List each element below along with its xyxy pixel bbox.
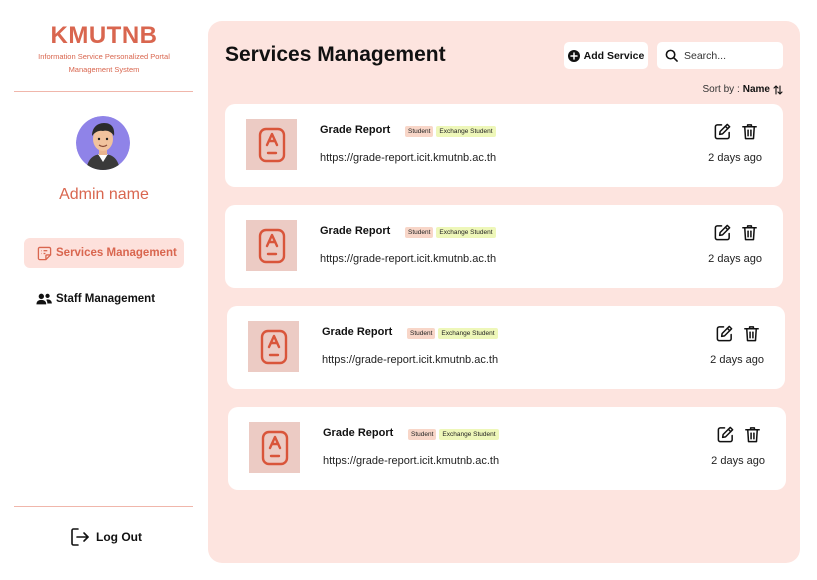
avatar — [76, 116, 130, 170]
service-updated: 2 days ago — [708, 152, 762, 164]
edit-icon[interactable] — [716, 425, 735, 444]
tag-badge: Student — [407, 328, 436, 339]
service-card[interactable]: Grade Report Student Exchange Student ht… — [225, 205, 783, 288]
sidebar-item-label: Staff Management — [56, 293, 156, 305]
sidebar-divider-top — [14, 91, 193, 92]
sort-value: Name — [742, 84, 770, 95]
edit-icon[interactable] — [713, 223, 732, 242]
service-updated: 2 days ago — [708, 253, 762, 265]
add-service-label: Add Service — [583, 49, 645, 62]
service-thumbnail — [246, 119, 297, 170]
service-thumbnail — [246, 220, 297, 271]
tag-badge: Exchange Student — [438, 328, 498, 339]
service-url: https://grade-report.icit.kmutnb.ac.th — [320, 152, 497, 164]
sort-arrows-icon — [773, 84, 783, 95]
service-name: Grade Report — [320, 124, 391, 136]
sort-prefix: Sort by : — [702, 84, 740, 95]
page-title: Services Management — [225, 43, 446, 66]
search-box — [657, 42, 783, 69]
sidebar-item-staff-management[interactable]: Staff Management — [24, 284, 184, 314]
edit-icon[interactable] — [715, 324, 734, 343]
admin-name: Admin name — [59, 186, 149, 203]
service-updated: 2 days ago — [710, 354, 764, 366]
trash-icon[interactable] — [743, 425, 762, 444]
tag-badge: Exchange Student — [436, 227, 496, 238]
add-service-button[interactable]: Add Service — [564, 42, 648, 69]
trash-icon[interactable] — [740, 122, 759, 141]
tag-badge: Student — [408, 429, 437, 440]
app-icon — [258, 228, 285, 263]
sidebar: KMUTNB Information Service Personalized … — [0, 0, 208, 580]
edit-icon[interactable] — [713, 122, 732, 141]
service-tags: Student Exchange Student — [407, 328, 498, 339]
service-card[interactable]: Grade Report Student Exchange Student ht… — [225, 104, 783, 187]
service-card[interactable]: Grade Report Student Exchange Student ht… — [228, 407, 786, 490]
tag-badge: Student — [405, 227, 434, 238]
trash-icon[interactable] — [742, 324, 761, 343]
service-tags: Student Exchange Student — [408, 429, 499, 440]
service-url: https://grade-report.icit.kmutnb.ac.th — [322, 354, 499, 366]
service-actions — [715, 324, 761, 343]
service-name: Grade Report — [323, 427, 394, 439]
main-panel: Services Management Add Service Sort by … — [208, 21, 800, 563]
sidebar-item-services-management[interactable]: Services Management — [24, 238, 184, 268]
app-icon — [260, 329, 287, 364]
brand-subtitle-line2: Management System — [68, 65, 140, 74]
sort-control[interactable]: Sort by : Name — [703, 84, 784, 95]
tag-badge: Exchange Student — [436, 126, 496, 137]
service-card[interactable]: Grade Report Student Exchange Student ht… — [227, 306, 785, 389]
service-tags: Student Exchange Student — [405, 126, 496, 137]
service-name: Grade Report — [322, 326, 393, 338]
plus-circle-icon — [567, 49, 580, 62]
logout-icon — [70, 527, 90, 547]
service-updated: 2 days ago — [711, 455, 765, 467]
app-icon — [261, 430, 288, 465]
brand-subtitle-line1: Information Service Personalized Portal — [38, 52, 170, 61]
users-icon — [36, 291, 52, 307]
service-tags: Student Exchange Student — [405, 227, 496, 238]
service-url: https://grade-report.icit.kmutnb.ac.th — [320, 253, 497, 265]
search-icon — [665, 49, 678, 62]
sidebar-item-label: Services Management — [56, 247, 177, 259]
tag-badge: Student — [405, 126, 434, 137]
service-actions — [713, 223, 759, 242]
brand: KMUTNB Information Service Personalized … — [14, 22, 194, 76]
trash-icon[interactable] — [740, 223, 759, 242]
service-thumbnail — [249, 422, 300, 473]
service-thumbnail — [248, 321, 299, 372]
logout-label: Log Out — [96, 530, 142, 544]
service-actions — [716, 425, 762, 444]
brand-title: KMUTNB — [50, 22, 158, 49]
service-url: https://grade-report.icit.kmutnb.ac.th — [323, 455, 500, 467]
service-actions — [713, 122, 759, 141]
search-input[interactable] — [684, 49, 774, 62]
sidebar-divider-bottom — [14, 506, 193, 507]
services-icon — [36, 245, 52, 261]
tag-badge: Exchange Student — [439, 429, 499, 440]
logout-button[interactable]: Log Out — [70, 527, 142, 547]
app-icon — [258, 127, 285, 162]
service-name: Grade Report — [320, 225, 391, 237]
